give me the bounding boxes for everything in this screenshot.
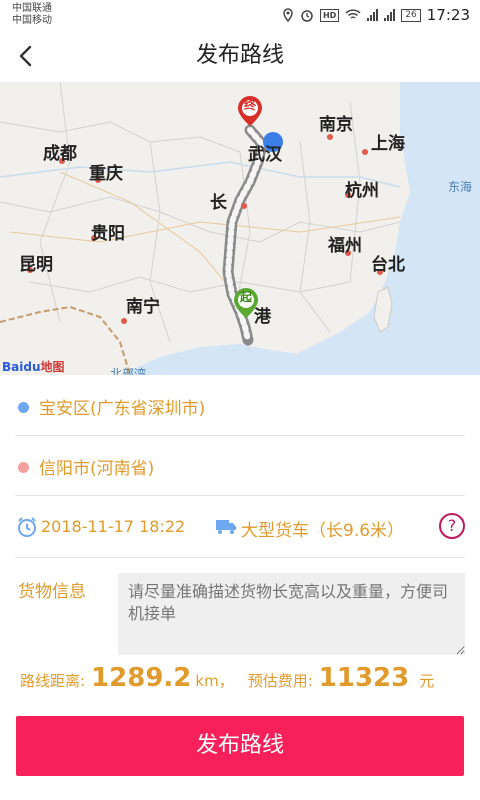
city-label-changsha: 长 [210, 193, 227, 213]
alarm-clock-icon[interactable] [15, 515, 39, 539]
sea-label: 东海 [448, 180, 473, 194]
alarm-icon [301, 10, 313, 22]
city-label-kunming: 昆明 [19, 255, 53, 275]
origin-dot [18, 402, 29, 413]
location-icon [283, 8, 293, 22]
distance-unit: km， [195, 672, 234, 690]
departure-datetime[interactable]: 2018-11-17 18:22 [41, 517, 185, 536]
map-canvas [0, 82, 480, 375]
route-summary: 路线距离: 1289.2 km， 预估费用: 11323 元 [20, 663, 465, 703]
carrier-name-2: 中国移动 [12, 15, 52, 26]
city-label-chengdu: 成都 [43, 144, 77, 164]
cost-label: 预估费用: [247, 672, 313, 690]
goods-info-input[interactable] [118, 573, 465, 655]
origin-text: 宝安区(广东省深圳市) [39, 399, 206, 419]
signal-icon-2 [384, 9, 396, 21]
city-label-hangzhou: 杭州 [345, 181, 379, 201]
cost-unit: 元 [419, 672, 435, 690]
clock-time: 17:23 [426, 6, 470, 24]
baidu-logo-paw: du [23, 360, 41, 374]
page-title: 发布路线 [195, 43, 284, 68]
status-icons: HD 26 17:23 [282, 5, 470, 25]
truck-icon[interactable] [215, 517, 237, 535]
destination-text: 信阳市(河南省) [39, 459, 155, 479]
goods-info-label: 货物信息 [18, 582, 86, 602]
vehicle-type[interactable]: 大型货车（长9.6米） [241, 516, 404, 541]
city-label-shanghai: 上海 [371, 134, 405, 154]
city-label-taibei: 台北 [371, 255, 405, 275]
distance-value: 1289.2 [91, 663, 192, 693]
battery-icon: 26 [401, 8, 421, 22]
trip-info-row: 2018-11-17 18:22 大型货车（长9.6米） ? [15, 498, 465, 558]
destination-row[interactable]: 信阳市(河南省) [15, 438, 465, 496]
wifi-icon [345, 9, 361, 19]
city-label-hongkong: 港 [254, 307, 271, 327]
city-label-beibuwan: 北部湾 [110, 367, 147, 375]
destination-dot [18, 462, 29, 473]
cost-value: 11323 [318, 663, 410, 693]
origin-row[interactable]: 宝安区(广东省深圳市) [15, 378, 465, 436]
status-bar: 中国联通 中国移动 HD 26 17:23 [0, 0, 480, 30]
signal-icon-1 [367, 9, 379, 21]
baidu-map-logo: Baidu地图 [2, 358, 65, 375]
baidu-logo-suffix: 地图 [40, 360, 65, 374]
end-marker-label: 终 [243, 98, 256, 112]
baidu-logo-text: Bai [2, 360, 24, 374]
app-header: 发布路线 [0, 30, 480, 82]
publish-route-button[interactable]: 发布路线 [16, 716, 464, 776]
city-label-wuhan: 武汉 [248, 145, 282, 165]
distance-label: 路线距离: [20, 672, 86, 690]
city-label-chongqing: 重庆 [89, 164, 123, 184]
city-label-nanjing: 南京 [319, 115, 353, 135]
city-label-fuzhou: 福州 [328, 236, 362, 256]
help-icon[interactable]: ? [439, 513, 465, 539]
route-map[interactable]: 终 起 成都 重庆 贵阳 昆明 南宁 南京 上海 杭州 福州 台北 武汉 长 港… [0, 82, 480, 375]
city-label-guiyang: 贵阳 [91, 224, 125, 244]
carrier-name-1: 中国联通 [12, 3, 52, 14]
city-label-nanning: 南宁 [126, 297, 160, 317]
hd-icon: HD [319, 8, 340, 22]
